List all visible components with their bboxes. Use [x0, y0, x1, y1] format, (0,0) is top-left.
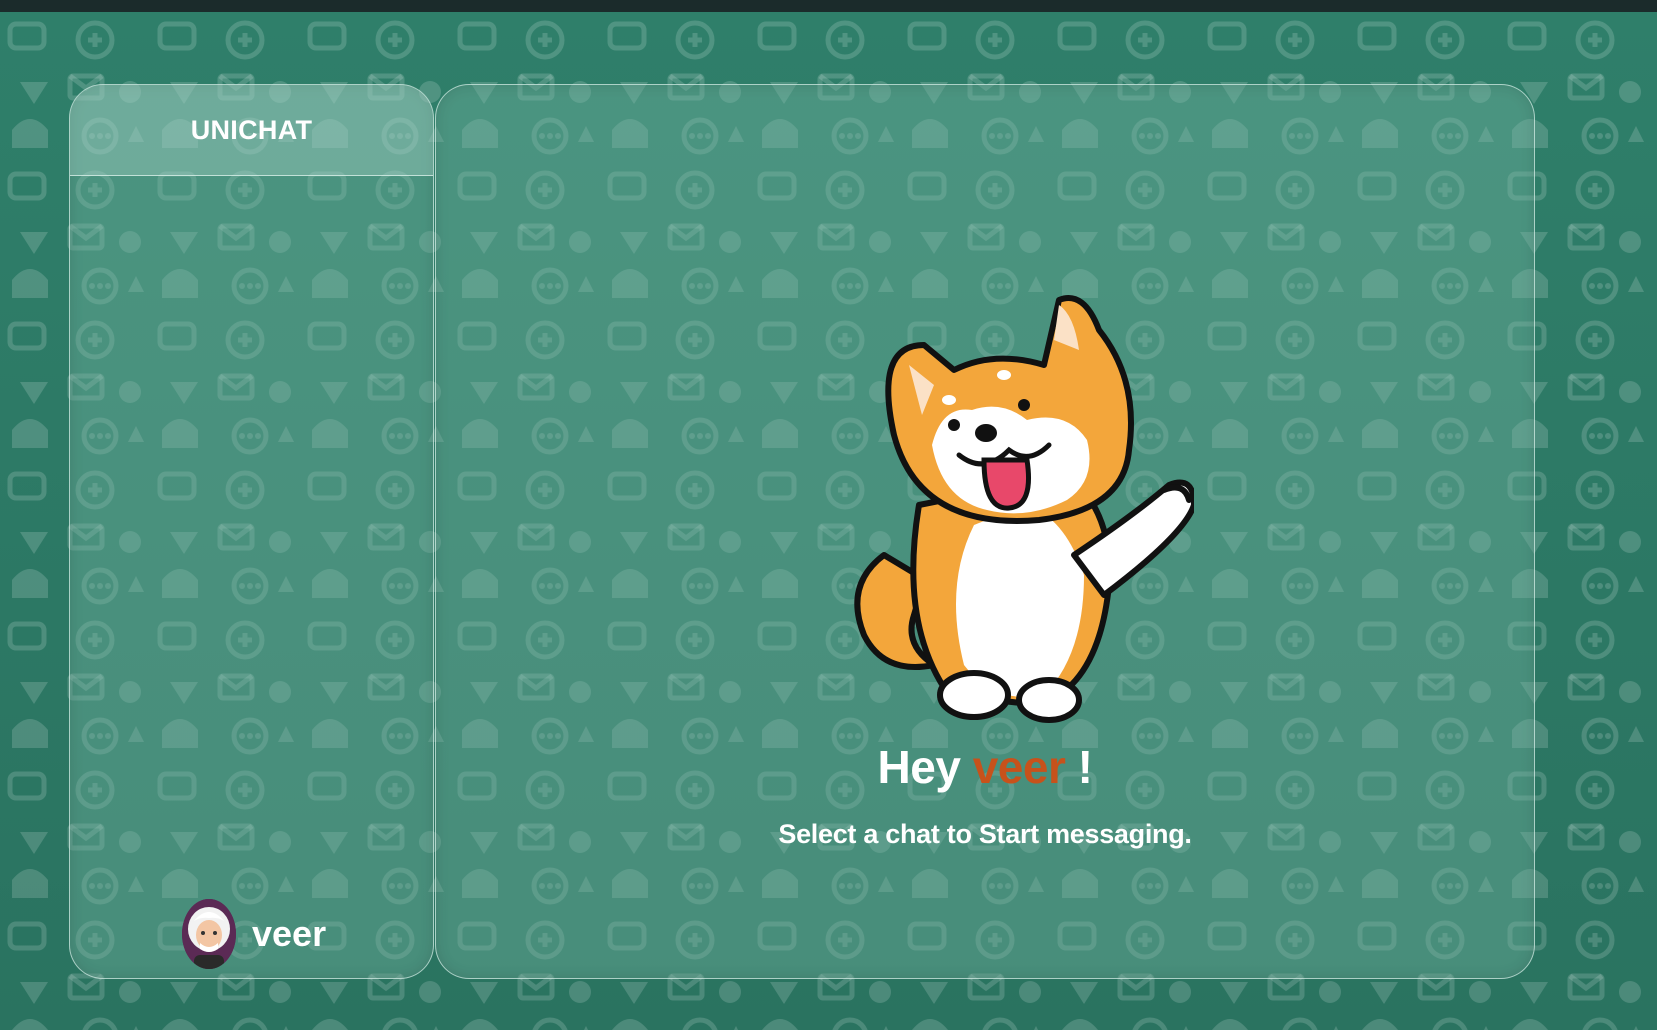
avatar-image: [182, 899, 236, 969]
user-avatar[interactable]: [182, 899, 236, 969]
greeting-prefix: Hey: [877, 741, 961, 793]
user-name: veer: [252, 913, 327, 954]
sidebar-header: UNICHAT: [70, 85, 433, 176]
chat-list: [70, 177, 433, 888]
sidebar-panel: UNICHAT veer: [69, 84, 434, 979]
greeting-username: veer: [972, 741, 1066, 793]
greeting-suffix: !: [1077, 741, 1093, 793]
welcome-panel: Hey veer ! Select a chat to Start messag…: [435, 84, 1535, 979]
greeting-subtitle: Select a chat to Start messaging.: [778, 819, 1192, 849]
window-top-bar: [0, 0, 1657, 12]
app-title: UNICHAT: [190, 114, 313, 145]
shiba-dog-illustration: [854, 295, 1194, 723]
current-user-profile[interactable]: veer: [182, 898, 326, 970]
greeting-heading: Hey veer !: [436, 740, 1534, 794]
